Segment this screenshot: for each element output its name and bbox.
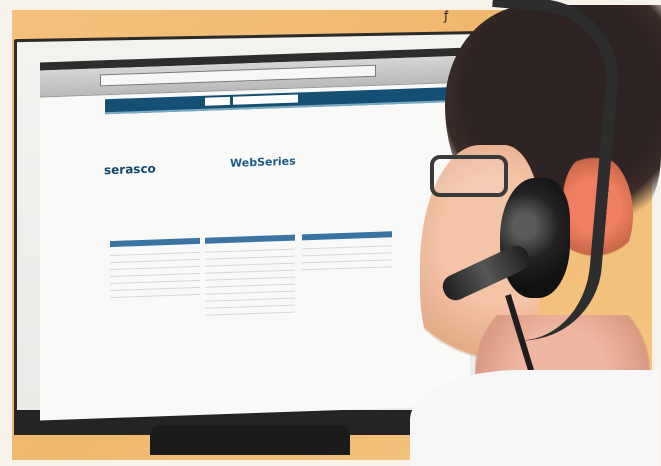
column-3	[302, 231, 392, 271]
column-2	[205, 234, 295, 316]
search-dropdown[interactable]	[233, 94, 298, 105]
monitor-stand	[150, 425, 350, 455]
signature-mark: ƒ	[444, 9, 449, 23]
url-bar[interactable]	[100, 64, 376, 87]
brand-logo: serasco	[104, 161, 156, 178]
shirt-collar	[410, 370, 660, 466]
column-1	[110, 237, 200, 299]
breadcrumb-links[interactable]	[110, 180, 310, 187]
search-input[interactable]	[205, 96, 230, 106]
computer-screen: serasco WebSeries	[40, 47, 470, 421]
headset-earcup	[500, 178, 570, 298]
photo: serasco WebSeries ƒ	[0, 0, 661, 466]
brand-right-title: WebSeries	[230, 154, 296, 170]
